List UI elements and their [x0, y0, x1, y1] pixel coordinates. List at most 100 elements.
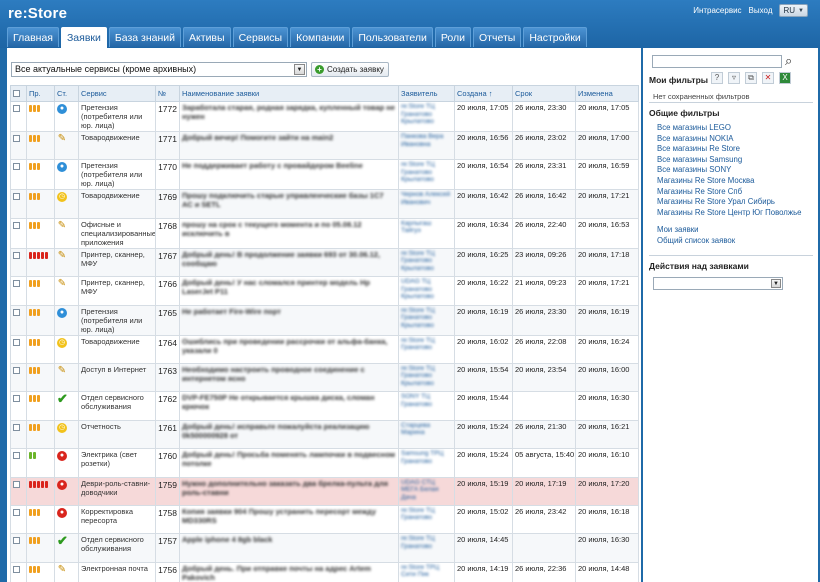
- filter-delete-icon[interactable]: ✕: [762, 72, 774, 84]
- number-cell[interactable]: 1759: [155, 476, 180, 506]
- applicant-link[interactable]: Карлыгаш Тайгуэ: [401, 220, 452, 235]
- table-row[interactable]: ✎ Офисные и специализированные приложения…: [10, 217, 639, 249]
- number-cell[interactable]: 1769: [155, 189, 180, 219]
- nav-tab[interactable]: База знаний: [108, 27, 182, 47]
- applicant-link[interactable]: re:Store ТРЦ Сити Пик: [401, 564, 452, 579]
- request-title-link[interactable]: Добрый день! У нас сломался принтер моде…: [182, 278, 396, 296]
- request-title-link[interactable]: Нужно дополнительно заказать два брелка-…: [182, 479, 396, 497]
- filter-add-icon[interactable]: ▿: [728, 72, 740, 84]
- row-checkbox[interactable]: [13, 508, 20, 516]
- number-cell[interactable]: 1762: [155, 391, 180, 421]
- request-title-link[interactable]: Прошу подключить старые управленческие б…: [182, 191, 396, 209]
- excel-export-icon[interactable]: X: [779, 72, 791, 84]
- request-title-link[interactable]: Apple iphone 4 8gb black: [182, 535, 396, 544]
- filter-link[interactable]: Все магазины Re Store: [657, 144, 801, 155]
- nav-tab[interactable]: Пользователи: [352, 27, 433, 47]
- row-checkbox[interactable]: [13, 221, 20, 229]
- applicant-link[interactable]: UDAG СТЦ МЕГА Белая Дача: [401, 479, 452, 502]
- table-row[interactable]: ✔ Отдел сервисного обслуживания 1757 Apple …: [10, 533, 639, 563]
- row-checkbox[interactable]: [13, 395, 20, 403]
- applicant-link[interactable]: SONY ТЦ Гранатово: [401, 393, 452, 408]
- applicant-link[interactable]: Панкова Вера Ивановна: [401, 133, 452, 148]
- number-cell[interactable]: 1758: [155, 504, 180, 535]
- row-checkbox[interactable]: [13, 452, 20, 460]
- table-row[interactable]: ✎ Принтер, сканнер, МФУ 1767 Добрый день! В…: [10, 247, 639, 278]
- table-row[interactable]: ● Претензия (потребителя или юр. лица) 177…: [10, 159, 639, 191]
- number-cell[interactable]: 1756: [155, 561, 180, 582]
- row-checkbox[interactable]: [13, 193, 20, 201]
- table-row[interactable]: ✔ Отдел сервисного обслуживания 1762 DVP-FE…: [10, 391, 639, 421]
- language-select[interactable]: RU ▼: [779, 4, 808, 17]
- applicant-link[interactable]: re:Store ТЦ Гранатово Крылатово: [401, 365, 452, 388]
- row-checkbox[interactable]: [13, 338, 20, 346]
- applicant-link[interactable]: re:Store ТЦ Гранатово: [401, 507, 452, 522]
- number-cell[interactable]: 1770: [155, 159, 180, 191]
- table-row[interactable]: ● Электрика (свет розетки) 1760 Добрый день…: [10, 448, 639, 478]
- col-status[interactable]: Ст.: [54, 85, 79, 102]
- applicant-link[interactable]: Старцева Марина: [401, 422, 452, 437]
- nav-tab[interactable]: Активы: [183, 27, 231, 47]
- nav-tab[interactable]: Заявки: [60, 27, 107, 48]
- request-title-link[interactable]: DVP-FE750P Не открывается крышка диска, …: [182, 393, 396, 411]
- request-title-link[interactable]: Добрый день! исправьте пожалуйста реализ…: [182, 422, 396, 440]
- number-cell[interactable]: 1772: [155, 101, 180, 132]
- table-row[interactable]: ● Корректировка пересорта 1758 Копия заявки…: [10, 504, 639, 535]
- filter-link[interactable]: Магазины Re Store Урал Сибирь: [657, 197, 801, 208]
- nav-tab[interactable]: Роли: [434, 27, 472, 47]
- col-changed[interactable]: Изменена: [575, 85, 639, 102]
- applicant-link[interactable]: re:Store ТЦ Гранатово Крылатово: [401, 250, 452, 273]
- row-checkbox[interactable]: [13, 537, 20, 545]
- create-request-button[interactable]: + Создать заявку: [311, 62, 389, 77]
- request-title-link[interactable]: Добрый день! В продолжение заявки 693 от…: [182, 250, 396, 268]
- number-cell[interactable]: 1771: [155, 130, 180, 161]
- intraservice-link[interactable]: Интрасервис: [693, 6, 741, 15]
- number-cell[interactable]: 1763: [155, 362, 180, 393]
- request-title-link[interactable]: Необходимо настроить проводное соединени…: [182, 365, 396, 383]
- filter-link[interactable]: Магазины Re Store Спб: [657, 187, 801, 198]
- select-all-cell[interactable]: [10, 85, 27, 102]
- col-created[interactable]: Создана ↑: [454, 85, 513, 102]
- applicant-link[interactable]: UDAG ТЦ Гранатово Крылатово: [401, 278, 452, 301]
- request-title-link[interactable]: Добрый день. При отправке почты на адрес…: [182, 564, 396, 582]
- table-row[interactable]: ✎ Принтер, сканнер, МФУ 1766 Добрый день! У…: [10, 276, 639, 306]
- number-cell[interactable]: 1757: [155, 533, 180, 563]
- row-checkbox[interactable]: [13, 366, 20, 374]
- table-row[interactable]: ✎ Электронная почта 1756 Добрый день. При о…: [10, 561, 639, 582]
- col-deadline[interactable]: Срок: [512, 85, 576, 102]
- number-cell[interactable]: 1765: [155, 304, 180, 336]
- filter-link[interactable]: Магазины Re Store Москва: [657, 176, 801, 187]
- row-checkbox[interactable]: [13, 480, 20, 488]
- filter-link[interactable]: Все магазины SONY: [657, 165, 801, 176]
- applicant-link[interactable]: re:Store ТЦ Гранатово: [401, 337, 452, 352]
- col-service[interactable]: Сервис: [78, 85, 156, 102]
- col-priority[interactable]: Пр.: [26, 85, 55, 102]
- service-filter-select[interactable]: Все актуальные сервисы (кроме архивных) …: [11, 62, 307, 77]
- list-link[interactable]: Мои заявки: [657, 225, 735, 236]
- row-checkbox[interactable]: [13, 105, 20, 112]
- nav-tab[interactable]: Отчеты: [473, 27, 522, 47]
- request-title-link[interactable]: прошу на срок с текущего момента и по 05…: [182, 220, 396, 238]
- number-cell[interactable]: 1761: [155, 419, 180, 450]
- table-row[interactable]: ● Претензия (потребителя или юр. лица) 176…: [10, 304, 639, 336]
- row-checkbox[interactable]: [13, 308, 20, 316]
- table-row[interactable]: ◷ Отчетность 1761 Добрый день! исправьте по…: [10, 419, 639, 450]
- applicant-link[interactable]: re:Store ТЦ Гранатово Крылатово: [401, 103, 452, 126]
- request-title-link[interactable]: Заработала старая, родная зарядка, купле…: [182, 103, 396, 121]
- logout-link[interactable]: Выход: [749, 6, 773, 15]
- filter-link[interactable]: Все магазины Samsung: [657, 155, 801, 166]
- row-checkbox[interactable]: [13, 565, 20, 573]
- row-checkbox[interactable]: [13, 135, 20, 142]
- filter-link[interactable]: Все магазины LEGO: [657, 123, 801, 134]
- help-icon[interactable]: ?: [711, 72, 723, 84]
- number-cell[interactable]: 1768: [155, 217, 180, 249]
- actions-select[interactable]: ▼: [653, 277, 783, 290]
- table-row[interactable]: ✎ Товародвижение 1771 Добрый вечер! Помогит…: [10, 130, 639, 161]
- nav-tab[interactable]: Сервисы: [232, 27, 289, 47]
- table-row[interactable]: ◷ Товародвижение 1769 Прошу подключить стар…: [10, 189, 639, 219]
- nav-tab[interactable]: Главная: [7, 27, 59, 47]
- request-title-link[interactable]: Не поддерживает работу с провайдером Bee…: [182, 161, 396, 170]
- applicant-link[interactable]: Samsung ТРЦ Гранатово: [401, 450, 452, 465]
- list-link[interactable]: Общий список заявок: [657, 236, 735, 247]
- request-title-link[interactable]: Ошиблись при проведении рассрочки от аль…: [182, 337, 396, 355]
- filter-copy-icon[interactable]: ⧉: [745, 72, 757, 84]
